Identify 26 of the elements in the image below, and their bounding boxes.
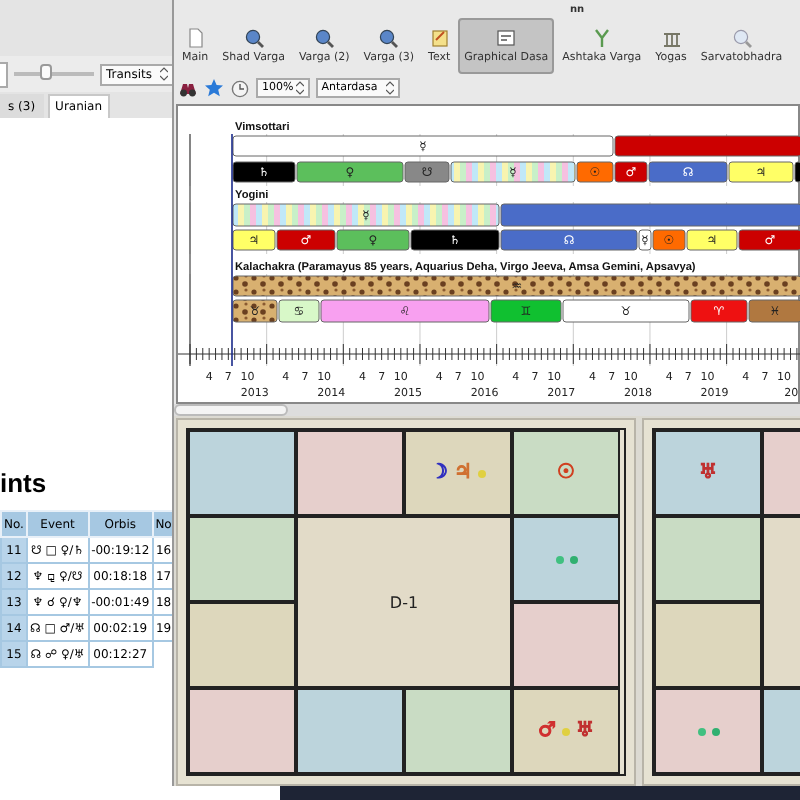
fork-icon <box>591 28 612 48</box>
columns-icon <box>661 28 682 48</box>
page-icon <box>185 28 206 48</box>
scrollbar-thumb[interactable] <box>174 404 288 416</box>
clock-icon[interactable] <box>230 77 250 97</box>
planet-glyph: ☽ <box>430 462 448 484</box>
chart-icon <box>496 28 517 48</box>
planet-glyph: ♅ <box>699 462 717 484</box>
spinner-arrows-icon <box>385 79 394 95</box>
magnifier-icon <box>314 28 335 48</box>
input-field[interactable] <box>0 61 8 87</box>
notepad-icon <box>429 28 450 48</box>
planet-glyph: ♂ <box>538 720 556 742</box>
star-icon[interactable] <box>204 77 224 97</box>
magnifier-icon <box>243 28 264 48</box>
planet-glyph: ♅ <box>576 720 594 742</box>
section-heading: ints <box>0 468 49 498</box>
spinner-arrows-icon <box>295 79 304 95</box>
planet-glyph: ♃ <box>454 462 472 484</box>
dasa-period-bar <box>794 161 800 183</box>
chart-label: D-1 <box>389 593 419 611</box>
spinner-arrows-icon <box>160 66 168 82</box>
magnifier-icon <box>378 28 399 48</box>
slider-thumb[interactable] <box>40 64 52 80</box>
planet-glyph: ☉ <box>557 462 575 484</box>
magnifier-icon <box>731 28 752 48</box>
